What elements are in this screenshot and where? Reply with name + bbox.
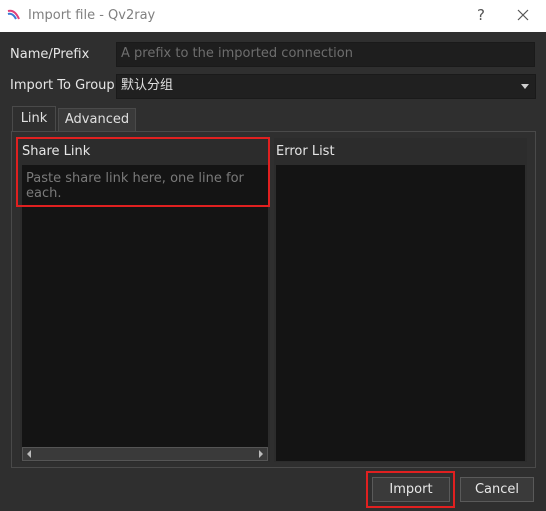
import-button[interactable]: Import <box>372 477 450 502</box>
error-list-title: Error List <box>276 144 335 159</box>
import-group-label: Import To Group <box>10 78 115 93</box>
import-group-value: 默认分组 <box>121 78 174 93</box>
link-tab-panel: Share Link Paste share link here, one li… <box>11 131 536 468</box>
cancel-button[interactable]: Cancel <box>460 477 534 502</box>
scroll-left-icon[interactable] <box>24 448 34 460</box>
import-group-select[interactable]: 默认分组 <box>116 74 536 99</box>
name-prefix-input[interactable]: A prefix to the imported connection <box>116 42 535 67</box>
error-list-textarea[interactable] <box>276 165 525 461</box>
title-bar: Import file - Qv2ray ? <box>0 0 546 32</box>
window-title: Import file - Qv2ray <box>28 8 156 23</box>
scroll-right-icon[interactable] <box>256 448 266 460</box>
qv2ray-logo-icon <box>7 9 20 20</box>
error-list-group: Error List <box>274 138 527 462</box>
tab-advanced[interactable]: Advanced <box>58 108 136 132</box>
chevron-down-icon[interactable] <box>521 84 529 89</box>
share-link-title: Share Link <box>22 144 91 159</box>
share-link-textarea[interactable]: Paste share link here, one line for each… <box>22 165 268 447</box>
tab-advanced-label: Advanced <box>64 112 130 127</box>
close-icon[interactable] <box>513 5 533 25</box>
share-link-hscrollbar[interactable] <box>22 447 268 461</box>
name-prefix-label: Name/Prefix <box>10 47 90 62</box>
tab-link-label: Link <box>20 111 48 126</box>
help-button[interactable]: ? <box>472 6 490 24</box>
tab-link[interactable]: Link <box>12 106 56 133</box>
share-link-group: Share Link Paste share link here, one li… <box>20 138 270 462</box>
share-link-placeholder: Paste share link here, one line for each… <box>26 171 244 201</box>
name-prefix-placeholder: A prefix to the imported connection <box>121 46 353 61</box>
